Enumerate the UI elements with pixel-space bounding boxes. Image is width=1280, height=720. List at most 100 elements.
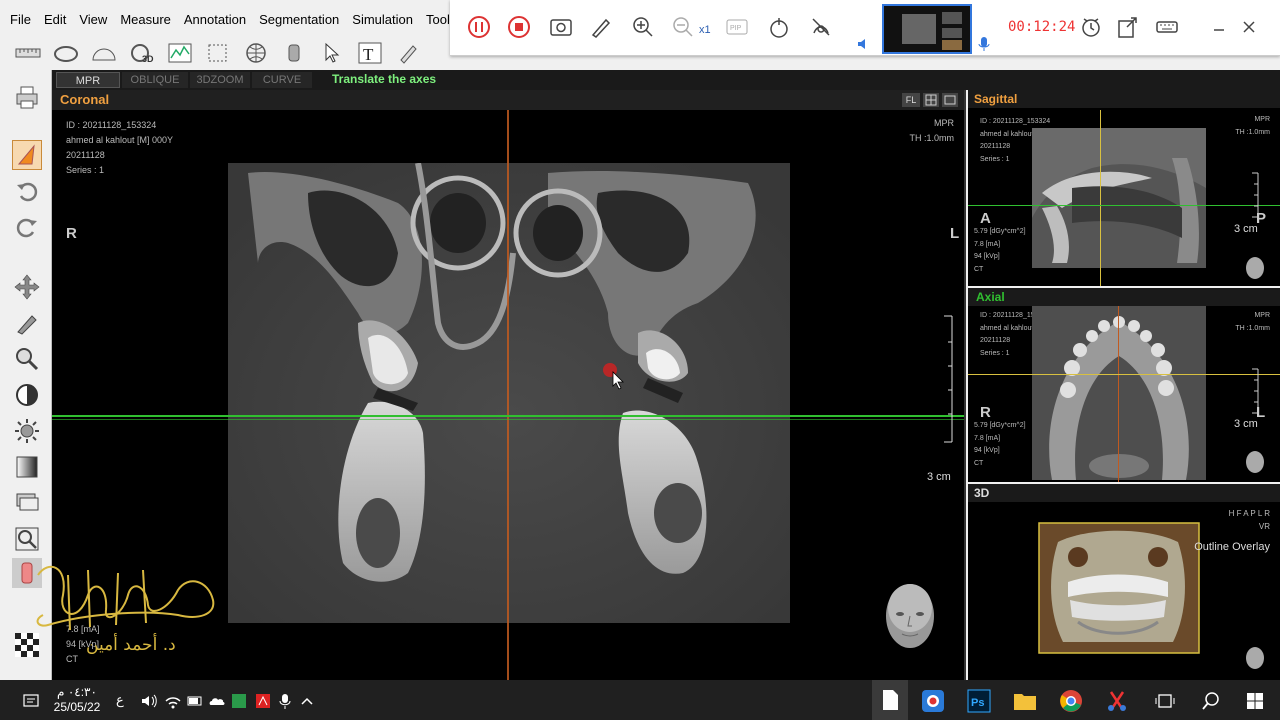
clock-time: ٠٤:٣٠ م: [57, 685, 97, 699]
menu-measure[interactable]: Measure: [120, 12, 171, 27]
notification-icon[interactable]: [18, 688, 44, 714]
menu-annotation[interactable]: Annotation: [184, 12, 246, 27]
menu-simulation[interactable]: Simulation: [352, 12, 413, 27]
axial-dose: 5.79 [dGy*cm^2]: [974, 422, 1026, 429]
keyboard-settings-icon[interactable]: [1154, 14, 1180, 40]
axial-crosshair-vertical[interactable]: [1118, 306, 1119, 482]
axial-ct-image[interactable]: [1032, 306, 1206, 480]
volume-icon[interactable]: [136, 688, 162, 714]
taskbar-app-file-explorer[interactable]: [1012, 688, 1038, 714]
menu-segmentation[interactable]: Segmentation: [259, 12, 339, 27]
zoom-view-icon[interactable]: [12, 524, 42, 554]
contrast-icon[interactable]: [12, 380, 42, 410]
tab-mpr[interactable]: MPR: [56, 72, 120, 88]
orient-left-label: L: [950, 225, 960, 242]
panoramic-icon[interactable]: [50, 41, 82, 65]
minimize-icon[interactable]: [1206, 14, 1232, 40]
brightness-icon[interactable]: [12, 416, 42, 446]
region-select-icon[interactable]: [202, 41, 234, 65]
axial-kvp: 94 [kVp]: [974, 447, 1000, 454]
taskbar-app-snipping[interactable]: [1104, 688, 1130, 714]
series-number: Series : 1: [66, 165, 105, 175]
sagittal-mode-info: MPR TH :1.0mm: [1235, 114, 1270, 139]
tray-chevron-up-icon[interactable]: [294, 688, 320, 714]
microphone-icon[interactable]: [976, 36, 992, 52]
undo-icon[interactable]: [12, 176, 42, 206]
profile-chart-icon[interactable]: [164, 41, 196, 65]
recording-preview-thumbnail[interactable]: [882, 4, 972, 54]
globe-icon[interactable]: [240, 41, 272, 65]
zoom-out-icon[interactable]: [670, 14, 696, 40]
pip-button[interactable]: PIP: [724, 14, 750, 40]
input-language[interactable]: ع: [116, 692, 124, 708]
taskbar-app-document[interactable]: [872, 680, 908, 720]
pause-record-icon[interactable]: [466, 14, 492, 40]
sagittal-crosshair-horizontal[interactable]: [968, 205, 1280, 206]
click-effect-icon[interactable]: [808, 14, 834, 40]
screenshot-icon[interactable]: [548, 14, 574, 40]
axial-scale-ruler: [1252, 368, 1259, 414]
view-mode-info: MPR TH :1.0mm: [909, 116, 954, 146]
speaker-icon[interactable]: [856, 36, 872, 52]
taskbar-app-recorder[interactable]: [920, 688, 946, 714]
coronal-crosshair-horizontal[interactable]: [52, 415, 964, 417]
stop-record-icon[interactable]: [506, 14, 532, 40]
outline-overlay-label[interactable]: Outline Overlay: [1194, 541, 1270, 553]
text-tool-icon[interactable]: T: [354, 41, 386, 65]
tab-oblique[interactable]: OBLIQUE: [122, 72, 188, 88]
cursor-highlight-icon[interactable]: [766, 14, 792, 40]
axial-crosshair-horizontal[interactable]: [968, 374, 1280, 375]
sagittal-head-icon[interactable]: [1244, 256, 1266, 280]
tray-app-green-icon[interactable]: [226, 688, 252, 714]
sagittal-viewport[interactable]: Sagittal ID : 20211128_153324 ahmed al k…: [968, 90, 1280, 286]
sagittal-crosshair-vertical[interactable]: [1100, 110, 1101, 286]
mouse-cursor-icon: [603, 363, 624, 390]
task-view-icon[interactable]: [1152, 688, 1178, 714]
menu-file[interactable]: File: [10, 12, 31, 27]
fl-button[interactable]: FL: [902, 93, 920, 107]
grid-layout-icon[interactable]: [923, 93, 939, 107]
menu-view[interactable]: View: [79, 12, 107, 27]
zoom-in-icon[interactable]: [630, 14, 656, 40]
3d-orientation-info: H F A P L R VR: [1229, 508, 1270, 533]
print-icon[interactable]: [12, 82, 42, 112]
draw-pen-icon[interactable]: [588, 14, 614, 40]
pencil-icon[interactable]: [392, 41, 424, 65]
3d-head-icon[interactable]: [1244, 646, 1266, 670]
schedule-timer-icon[interactable]: [1078, 14, 1104, 40]
coronal-ct-image[interactable]: [228, 163, 790, 623]
pen-annotate-icon[interactable]: [12, 308, 42, 338]
maximize-view-icon[interactable]: [942, 93, 958, 107]
coronal-crosshair-vertical[interactable]: [507, 110, 509, 680]
magnifier-icon[interactable]: [12, 344, 42, 374]
menu-edit[interactable]: Edit: [44, 12, 66, 27]
taskbar-search-icon[interactable]: [1198, 688, 1224, 714]
layers-icon[interactable]: [12, 488, 42, 518]
pan-move-icon[interactable]: [12, 272, 42, 302]
close-icon[interactable]: [1236, 14, 1262, 40]
patient-info: ID : 20211128_153324 ahmed al kahlout [M…: [66, 118, 173, 178]
taskbar-app-chrome[interactable]: [1058, 688, 1084, 714]
taskbar-clock[interactable]: ٠٤:٣٠ م 25/05/22: [48, 685, 106, 715]
3d-viewport[interactable]: 3D H F A P L R VR Outline Overlay: [968, 484, 1280, 680]
measure-angle-icon[interactable]: [12, 140, 42, 170]
ruler-icon[interactable]: [12, 41, 44, 65]
slice-thickness: TH :1.0mm: [909, 133, 954, 143]
tab-3dzoom[interactable]: 3DZOOM: [190, 72, 250, 88]
implant-icon[interactable]: [278, 41, 310, 65]
start-windows-icon[interactable]: [1242, 688, 1268, 714]
axial-viewport[interactable]: Axial ID : 20211128_153324 ahmed al kahl…: [968, 288, 1280, 482]
zoom-level: x1: [699, 24, 711, 36]
pointer-icon[interactable]: [316, 41, 348, 65]
tab-curve[interactable]: CURVE: [252, 72, 312, 88]
axial-head-icon[interactable]: [1244, 450, 1266, 474]
export-icon[interactable]: [1114, 14, 1140, 40]
3d-view-icon[interactable]: 3D: [126, 41, 158, 65]
sagittal-ct-image[interactable]: [1032, 128, 1206, 268]
gradient-window-icon[interactable]: [12, 452, 42, 482]
3d-volume-render[interactable]: [1038, 522, 1200, 654]
taskbar-app-photoshop[interactable]: Ps: [966, 688, 992, 714]
redo-icon[interactable]: [12, 212, 42, 242]
head-orientation-icon[interactable]: [880, 580, 940, 658]
protractor-icon[interactable]: [88, 41, 120, 65]
